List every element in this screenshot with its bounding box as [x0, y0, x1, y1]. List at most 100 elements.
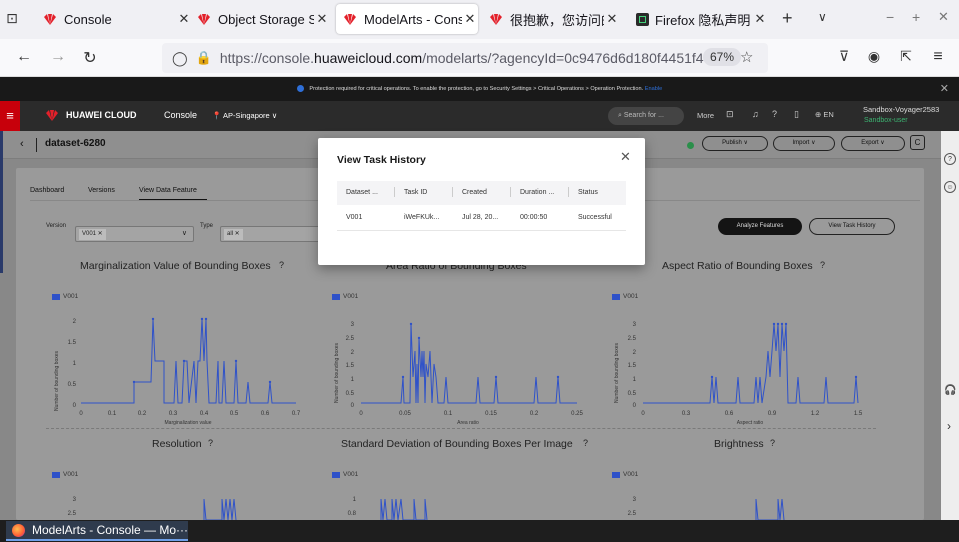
- huawei-cloud-header: ≡ HUAWEI CLOUD Console 📍 AP-Singapore ∨ …: [0, 101, 959, 131]
- help-circle-icon[interactable]: ?: [770, 438, 775, 448]
- minimize-icon[interactable]: −: [886, 9, 894, 25]
- huawei-logo-icon: [488, 13, 504, 25]
- tab-error-page[interactable]: 很抱歉，您访问的 ✕: [488, 4, 620, 34]
- column-header-dataset[interactable]: Dataset ...: [346, 189, 378, 196]
- bell-icon[interactable]: ♫: [752, 109, 759, 119]
- url-host: huaweicloud.com: [314, 50, 423, 66]
- close-tab-icon[interactable]: ✕: [752, 11, 768, 27]
- more-menu[interactable]: More: [697, 111, 714, 120]
- bookmark-star-icon[interactable]: ☆: [740, 48, 753, 66]
- back-arrow-icon[interactable]: ‹: [20, 138, 24, 150]
- tab-list-icon[interactable]: ⊡: [4, 10, 20, 26]
- tab-modelarts[interactable]: ModelArts - Conso ✕: [336, 4, 478, 34]
- reload-icon[interactable]: ↻: [80, 48, 100, 68]
- help-circle-icon[interactable]: ?: [583, 438, 588, 448]
- expand-right-icon[interactable]: ›: [947, 419, 951, 433]
- tab-console[interactable]: Console ✕: [42, 4, 192, 34]
- column-header-duration[interactable]: Duration ...: [520, 189, 554, 196]
- std-dev-chart-partial: 10.8: [348, 497, 428, 520]
- column-header-created[interactable]: Created: [462, 189, 487, 196]
- column-header-task-id[interactable]: Task ID: [404, 189, 427, 196]
- shield-icon[interactable]: ◯: [172, 50, 188, 67]
- svg-text:0: 0: [633, 403, 637, 409]
- taskbar-window-item[interactable]: ModelArts - Console — Mo···: [6, 521, 188, 541]
- type-tag[interactable]: all ✕: [224, 229, 243, 240]
- tab-firefox-privacy[interactable]: Firefox 隐私声明 - ✕: [636, 4, 768, 34]
- chart-legend[interactable]: V001: [332, 293, 358, 300]
- url-bar[interactable]: ◯ 🔒 https://console.huaweicloud.com/mode…: [162, 43, 768, 73]
- analyze-features-button[interactable]: Analyze Features: [718, 218, 802, 235]
- close-tab-icon[interactable]: ✕: [604, 11, 620, 27]
- zoom-indicator[interactable]: 67%: [703, 48, 742, 66]
- smile-icon[interactable]: ☺: [944, 181, 956, 193]
- svg-text:0.5: 0.5: [230, 411, 239, 417]
- lock-icon[interactable]: 🔒: [196, 50, 212, 66]
- refresh-button[interactable]: C: [910, 135, 925, 150]
- help-circle-icon[interactable]: ?: [279, 260, 284, 270]
- region-selector[interactable]: 📍 AP-Singapore ∨: [212, 111, 277, 120]
- export-button[interactable]: Export ∨: [841, 136, 905, 151]
- chart-legend[interactable]: V001: [52, 293, 78, 300]
- close-tab-icon[interactable]: ✕: [462, 11, 478, 27]
- support-icon[interactable]: 🎧: [944, 385, 956, 396]
- column-header-status[interactable]: Status: [578, 189, 598, 196]
- url-suffix: /modelarts/?agencyId=0c9476d6d180f4451f4…: [422, 50, 727, 66]
- modal-title: View Task History: [337, 154, 426, 166]
- version-select[interactable]: V001 ✕ ∨: [75, 226, 194, 242]
- tab-versions[interactable]: Versions: [88, 187, 115, 194]
- close-icon[interactable]: ✕: [620, 149, 631, 165]
- user-name[interactable]: Sandbox-Voyager2583: [863, 105, 939, 114]
- tab-view-data-feature[interactable]: View Data Feature: [139, 187, 197, 194]
- help-icon[interactable]: ?: [772, 109, 777, 119]
- close-notice-icon[interactable]: ✕: [940, 77, 949, 101]
- help-circle-icon[interactable]: ?: [820, 260, 825, 270]
- status-dot: [687, 142, 694, 149]
- language-selector[interactable]: ⊕ EN: [815, 110, 834, 119]
- chart-legend[interactable]: V001: [52, 471, 78, 478]
- view-task-history-button[interactable]: View Task History: [809, 218, 895, 235]
- chart-legend[interactable]: V001: [612, 293, 638, 300]
- chart-legend[interactable]: V001: [612, 471, 638, 478]
- maximize-icon[interactable]: +: [912, 9, 920, 25]
- y-ticks: 0 0.5 1 1.5 2 2.5 3: [346, 322, 355, 409]
- version-tag[interactable]: V001 ✕: [79, 229, 106, 240]
- forward-icon[interactable]: →: [48, 48, 68, 66]
- close-tab-icon[interactable]: ✕: [176, 11, 192, 27]
- tab-object-storage[interactable]: Object Storage Ser ✕: [196, 4, 330, 34]
- type-select[interactable]: all ✕: [220, 226, 320, 242]
- help-circle-icon[interactable]: ?: [208, 438, 213, 448]
- terminal-icon[interactable]: ⊡: [726, 109, 734, 120]
- import-button[interactable]: Import ∨: [773, 136, 835, 151]
- chart-legend[interactable]: V001: [332, 471, 358, 478]
- svg-text:0.6: 0.6: [725, 411, 734, 417]
- svg-text:2.5: 2.5: [346, 336, 355, 342]
- svg-text:0.4: 0.4: [200, 411, 209, 417]
- huawei-logo-icon: [342, 13, 358, 25]
- tab-dashboard[interactable]: Dashboard: [30, 187, 64, 194]
- account-icon[interactable]: ◉: [864, 48, 884, 65]
- pocket-icon[interactable]: ⊽: [834, 48, 854, 65]
- svg-text:2: 2: [633, 350, 637, 356]
- legend-label: V001: [63, 471, 79, 478]
- extensions-icon[interactable]: ⇱: [896, 48, 916, 65]
- close-window-icon[interactable]: ✕: [938, 9, 949, 25]
- new-tab-icon[interactable]: +: [782, 8, 793, 29]
- help-circle-icon[interactable]: ?: [944, 153, 956, 165]
- back-icon[interactable]: ←: [14, 48, 34, 66]
- svg-text:2.5: 2.5: [68, 511, 77, 517]
- import-label: Import: [792, 140, 810, 146]
- menu-icon[interactable]: ≡: [928, 48, 948, 66]
- hamburger-menu-icon[interactable]: ≡: [0, 101, 20, 131]
- close-tab-icon[interactable]: ✕: [314, 11, 330, 27]
- publish-button[interactable]: Publish ∨: [702, 136, 768, 151]
- search-box[interactable]: ⌕ Search for ...: [608, 107, 684, 125]
- brand-name[interactable]: HUAWEI CLOUD: [66, 110, 137, 120]
- series-line: [643, 323, 859, 404]
- console-link[interactable]: Console: [164, 110, 197, 120]
- docs-icon[interactable]: ▯: [794, 109, 799, 120]
- chevron-down-icon[interactable]: ∨: [818, 10, 827, 24]
- svg-text:2.5: 2.5: [628, 336, 637, 342]
- enable-link[interactable]: Enable: [645, 86, 662, 92]
- chart-title: Brightness: [714, 438, 764, 450]
- svg-text:1: 1: [353, 497, 357, 503]
